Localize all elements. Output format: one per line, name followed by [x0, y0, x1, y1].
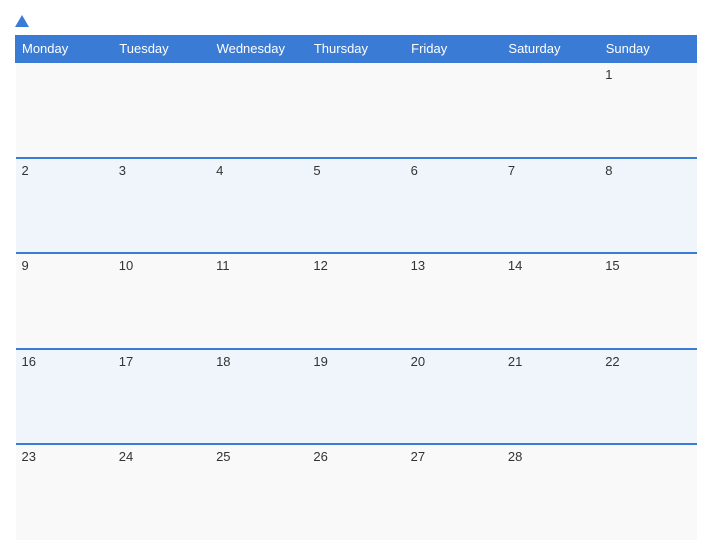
calendar-cell: [113, 62, 210, 158]
calendar-cell: 12: [307, 253, 404, 349]
day-header-tuesday: Tuesday: [113, 36, 210, 63]
week-row-4: 16 17 18 19 20 21 22: [16, 349, 697, 445]
calendar-cell: 28: [502, 444, 599, 540]
day-number: 5: [313, 163, 320, 178]
calendar-cell: [502, 62, 599, 158]
calendar-cell: 22: [599, 349, 696, 445]
calendar-cell: 15: [599, 253, 696, 349]
day-number: 9: [22, 258, 29, 273]
calendar-cell: 3: [113, 158, 210, 254]
day-number: 15: [605, 258, 619, 273]
day-number: 26: [313, 449, 327, 464]
calendar-cell: 25: [210, 444, 307, 540]
day-header-wednesday: Wednesday: [210, 36, 307, 63]
calendar-cell: [307, 62, 404, 158]
day-number: 13: [411, 258, 425, 273]
day-number: 1: [605, 67, 612, 82]
day-number: 18: [216, 354, 230, 369]
calendar-table: MondayTuesdayWednesdayThursdayFridaySatu…: [15, 35, 697, 540]
day-header-monday: Monday: [16, 36, 113, 63]
day-number: 2: [22, 163, 29, 178]
day-header-friday: Friday: [405, 36, 502, 63]
day-number: 20: [411, 354, 425, 369]
day-number: 8: [605, 163, 612, 178]
calendar-cell: [599, 444, 696, 540]
calendar-cell: 26: [307, 444, 404, 540]
calendar-cell: 6: [405, 158, 502, 254]
day-number: 21: [508, 354, 522, 369]
calendar-cell: 8: [599, 158, 696, 254]
calendar-cell: 20: [405, 349, 502, 445]
calendar-cell: 17: [113, 349, 210, 445]
day-number: 12: [313, 258, 327, 273]
calendar-cell: 4: [210, 158, 307, 254]
day-number: 19: [313, 354, 327, 369]
logo: [15, 15, 115, 27]
logo-triangle-icon: [15, 15, 29, 27]
day-number: 6: [411, 163, 418, 178]
calendar-cell: 24: [113, 444, 210, 540]
calendar-cell: [210, 62, 307, 158]
day-number: 16: [22, 354, 36, 369]
calendar-container: MondayTuesdayWednesdayThursdayFridaySatu…: [0, 0, 712, 550]
day-number: 11: [216, 258, 230, 273]
week-row-2: 2 3 4 5 6 7 8: [16, 158, 697, 254]
calendar-cell: 2: [16, 158, 113, 254]
calendar-header: [15, 10, 697, 35]
day-header-sunday: Sunday: [599, 36, 696, 63]
week-row-1: 1: [16, 62, 697, 158]
day-header-saturday: Saturday: [502, 36, 599, 63]
calendar-cell: 27: [405, 444, 502, 540]
calendar-cell: 7: [502, 158, 599, 254]
day-number: 4: [216, 163, 223, 178]
day-header-thursday: Thursday: [307, 36, 404, 63]
week-row-3: 9 10 11 12 13 14 15: [16, 253, 697, 349]
week-row-5: 23 24 25 26 27 28: [16, 444, 697, 540]
calendar-cell: 9: [16, 253, 113, 349]
day-number: 7: [508, 163, 515, 178]
calendar-cell: 21: [502, 349, 599, 445]
calendar-cell: 18: [210, 349, 307, 445]
day-header-row: MondayTuesdayWednesdayThursdayFridaySatu…: [16, 36, 697, 63]
day-number: 23: [22, 449, 36, 464]
day-number: 27: [411, 449, 425, 464]
calendar-cell: 1: [599, 62, 696, 158]
calendar-cell: [405, 62, 502, 158]
logo-blue-row: [15, 15, 31, 27]
calendar-cell: 16: [16, 349, 113, 445]
day-number: 25: [216, 449, 230, 464]
day-number: 3: [119, 163, 126, 178]
day-number: 22: [605, 354, 619, 369]
day-number: 14: [508, 258, 522, 273]
day-number: 17: [119, 354, 133, 369]
day-number: 28: [508, 449, 522, 464]
calendar-cell: 23: [16, 444, 113, 540]
calendar-cell: 5: [307, 158, 404, 254]
day-number: 10: [119, 258, 133, 273]
calendar-cell: [16, 62, 113, 158]
day-number: 24: [119, 449, 133, 464]
calendar-cell: 11: [210, 253, 307, 349]
calendar-cell: 13: [405, 253, 502, 349]
calendar-cell: 10: [113, 253, 210, 349]
calendar-cell: 19: [307, 349, 404, 445]
calendar-cell: 14: [502, 253, 599, 349]
